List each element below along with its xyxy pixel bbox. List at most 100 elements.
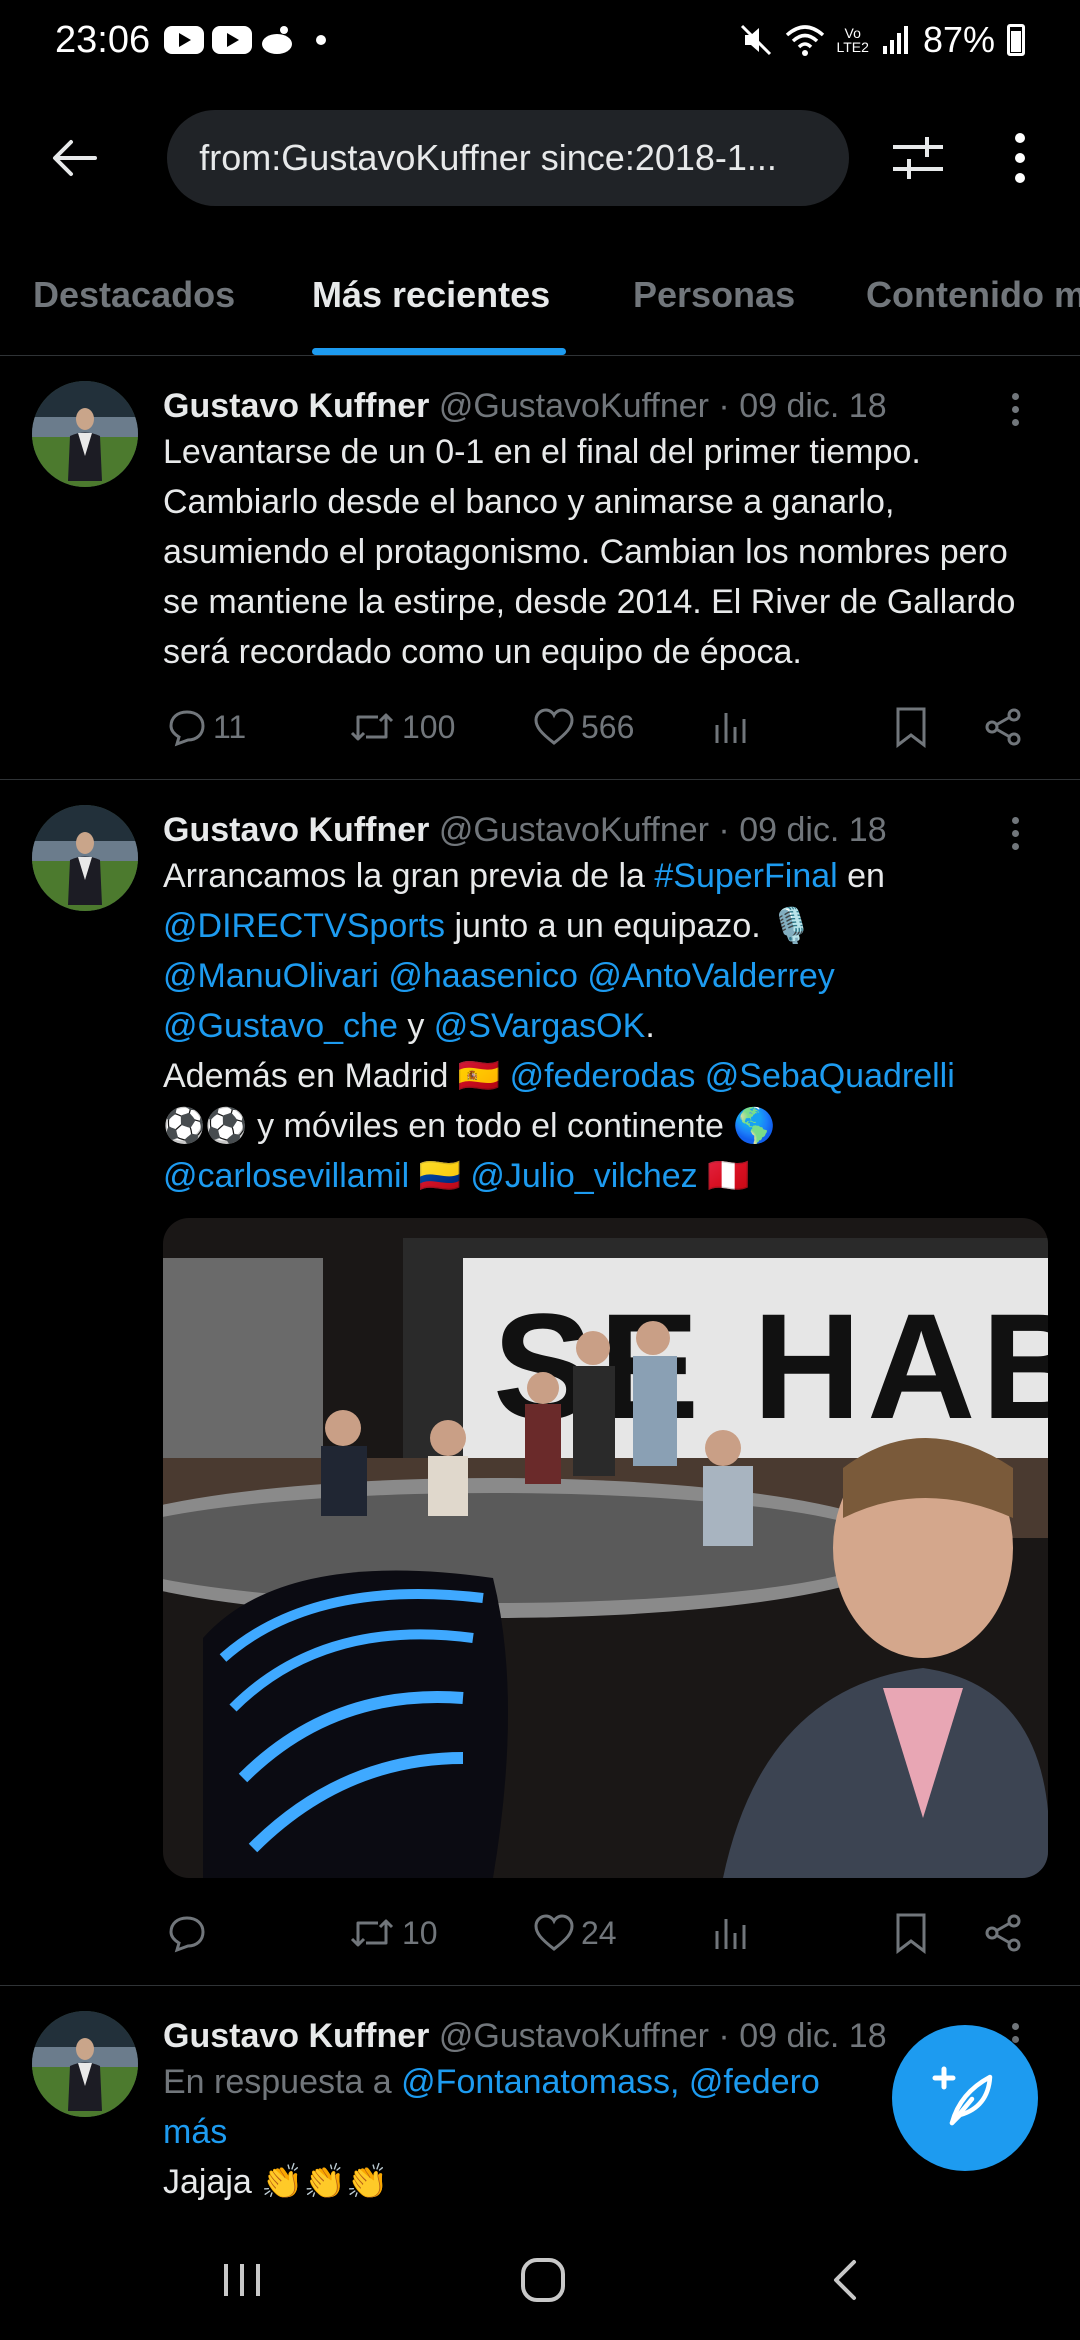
back-nav-button[interactable] [805,2250,885,2310]
bookmark-button[interactable] [893,697,929,757]
mention-link[interactable]: @Julio_vilchez [470,1157,697,1195]
text-segment: ⚽⚽ y móviles en todo el continente 🌎 [163,1107,776,1145]
mention-link[interactable]: @DIRECTVSports [163,907,445,945]
reply-count: 11 [213,708,247,745]
tweet-date[interactable]: 09 dic. 18 [739,811,886,849]
more-notifications-icon [316,35,327,45]
tab-mas-recientes[interactable]: Más recientes [312,250,550,355]
retweet-button[interactable]: 100 [348,697,455,757]
back-button[interactable] [40,123,109,193]
tweet-options-button[interactable] [1000,389,1030,429]
views-button[interactable] [713,697,749,757]
author-handle[interactable]: @GustavoKuffner [439,2017,709,2055]
reply-to-link[interactable]: @Fontanatomass, @federo [401,2063,820,2101]
retweet-button[interactable]: 10 [348,1903,438,1963]
mention-link[interactable]: @SebaQuadrelli [705,1057,955,1095]
more-dot-icon [1011,829,1019,837]
battery-percent: 87% [922,19,995,60]
mention-link[interactable]: @federodas [510,1057,696,1095]
bookmark-button[interactable] [893,1903,929,1963]
mute-icon [740,24,771,56]
notification-icons [164,26,327,54]
share-button[interactable] [983,697,1023,757]
author-name[interactable]: Gustavo Kuffner [163,2017,429,2055]
text-segment: 🇨🇴 [409,1157,471,1195]
compose-feather-icon [932,2066,993,2126]
retweet-count: 10 [402,1914,438,1951]
tweet-date[interactable]: 09 dic. 18 [739,2017,886,2055]
more-dot-icon [1015,132,1026,143]
back-arrow-icon [52,139,97,176]
like-button[interactable]: 24 [533,1903,617,1963]
hashtag-link[interactable]: #SuperFinal [654,857,837,895]
share-icon [985,1914,1021,1952]
bookmark-icon [896,1913,926,1954]
tweet-media-photo[interactable]: SE HABLA [163,1218,1048,1878]
text-segment: en [837,857,885,895]
heart-icon [534,708,574,745]
tweet[interactable]: Gustavo Kuffner @GustavoKuffner · 09 dic… [0,781,1080,1986]
back-chevron-icon [834,2260,856,2300]
share-icon [985,708,1021,746]
search-bar[interactable] [167,109,850,206]
mention-link[interactable]: @carlosevillamil [163,1157,409,1195]
mention-link[interactable]: @haasenico [388,957,578,995]
avatar-image [32,805,138,911]
youtube-icon [212,26,253,54]
author-name[interactable]: Gustavo Kuffner [163,811,429,849]
search-input[interactable] [199,136,818,179]
more-dot-icon [1011,816,1019,824]
tweet-text: Levantarse de un 0-1 en el final del pri… [163,433,1016,671]
search-filters-button[interactable] [883,123,952,193]
reddit-icon [260,26,294,54]
more-dot-icon [1011,405,1019,413]
tab-contenido[interactable]: Contenido m [866,250,1080,355]
recent-apps-button[interactable] [202,2250,282,2310]
avatar[interactable] [32,381,138,487]
mention-link[interactable]: @AntoValderrey [587,957,834,995]
avatar[interactable] [32,2011,138,2117]
tab-destacados[interactable]: Destacados [33,250,235,355]
mention-link[interactable]: @SVargasOK [434,1007,646,1045]
avatar-image [32,381,138,487]
author-handle[interactable]: @GustavoKuffner [439,387,709,425]
reply-icon [169,710,205,747]
mention-link[interactable]: @Gustavo_che [163,1007,398,1045]
author-handle[interactable]: @GustavoKuffner [439,811,709,849]
text-segment: y [397,1007,434,1045]
compose-tweet-button[interactable] [892,2025,1038,2171]
tweet-options-button[interactable] [1000,813,1030,853]
text-segment: junto a un equipazo. 🎙️ [445,907,813,945]
mention-link[interactable]: @ManuOlivari [163,957,379,995]
retweet-icon [350,1919,394,1947]
author-name[interactable]: Gustavo Kuffner [163,387,429,425]
system-navigation-bar [0,2220,1080,2340]
avatar-image [32,2011,138,2117]
more-dot-icon [1011,842,1019,850]
tab-personas[interactable]: Personas [633,250,795,355]
tweet-date[interactable]: 09 dic. 18 [739,387,886,425]
tweet-actions: 11 100 566 [163,697,1033,757]
share-button[interactable] [983,1903,1023,1963]
avatar[interactable] [32,805,138,911]
tweet-header: Gustavo Kuffner @GustavoKuffner · 09 dic… [163,387,990,426]
reply-prefix: En respuesta a [163,2063,402,2101]
sliders-icon [892,136,943,179]
like-button[interactable]: 566 [533,697,634,757]
retweet-icon [350,713,394,741]
overflow-menu-button[interactable] [1000,123,1040,193]
reply-more-link[interactable]: más [163,2113,227,2151]
like-count: 566 [581,708,635,745]
search-header [0,100,1080,215]
like-count: 24 [581,1914,617,1951]
tweet[interactable]: Gustavo Kuffner @GustavoKuffner · 09 dic… [0,357,1080,780]
views-button[interactable] [713,1903,749,1963]
reply-icon [169,1916,205,1953]
text-segment: Además en Madrid 🇪🇸 [163,1057,510,1095]
reply-button[interactable]: 11 [167,697,246,757]
more-dot-icon [1011,392,1019,400]
status-bar: 23:06 Vo LTE2 87% [0,0,1080,80]
home-button[interactable] [503,2250,583,2310]
reply-button[interactable] [167,1903,213,1963]
signal-icon [882,26,908,54]
